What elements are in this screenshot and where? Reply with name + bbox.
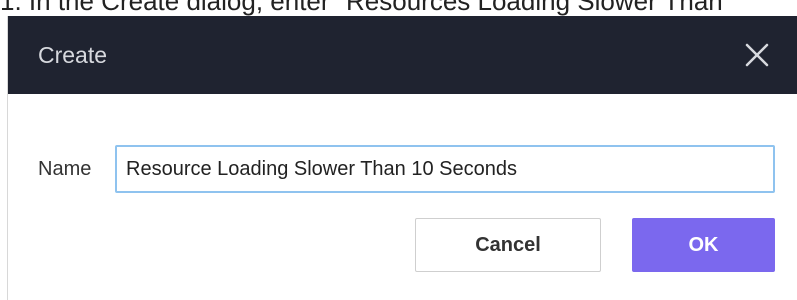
dialog-title: Create xyxy=(38,42,108,68)
instruction-caption: 1. In the Create dialog, enter "Resource… xyxy=(0,0,723,16)
cancel-button[interactable]: Cancel xyxy=(415,218,601,272)
name-label: Name xyxy=(38,158,92,180)
page: 1. In the Create dialog, enter "Resource… xyxy=(0,0,797,300)
name-input[interactable] xyxy=(115,145,775,193)
dialog-header: Create xyxy=(8,16,797,94)
close-button[interactable] xyxy=(738,36,776,74)
create-dialog: Create Name Cancel OK xyxy=(7,16,797,300)
ok-button[interactable]: OK xyxy=(632,218,775,272)
close-icon xyxy=(745,43,769,67)
